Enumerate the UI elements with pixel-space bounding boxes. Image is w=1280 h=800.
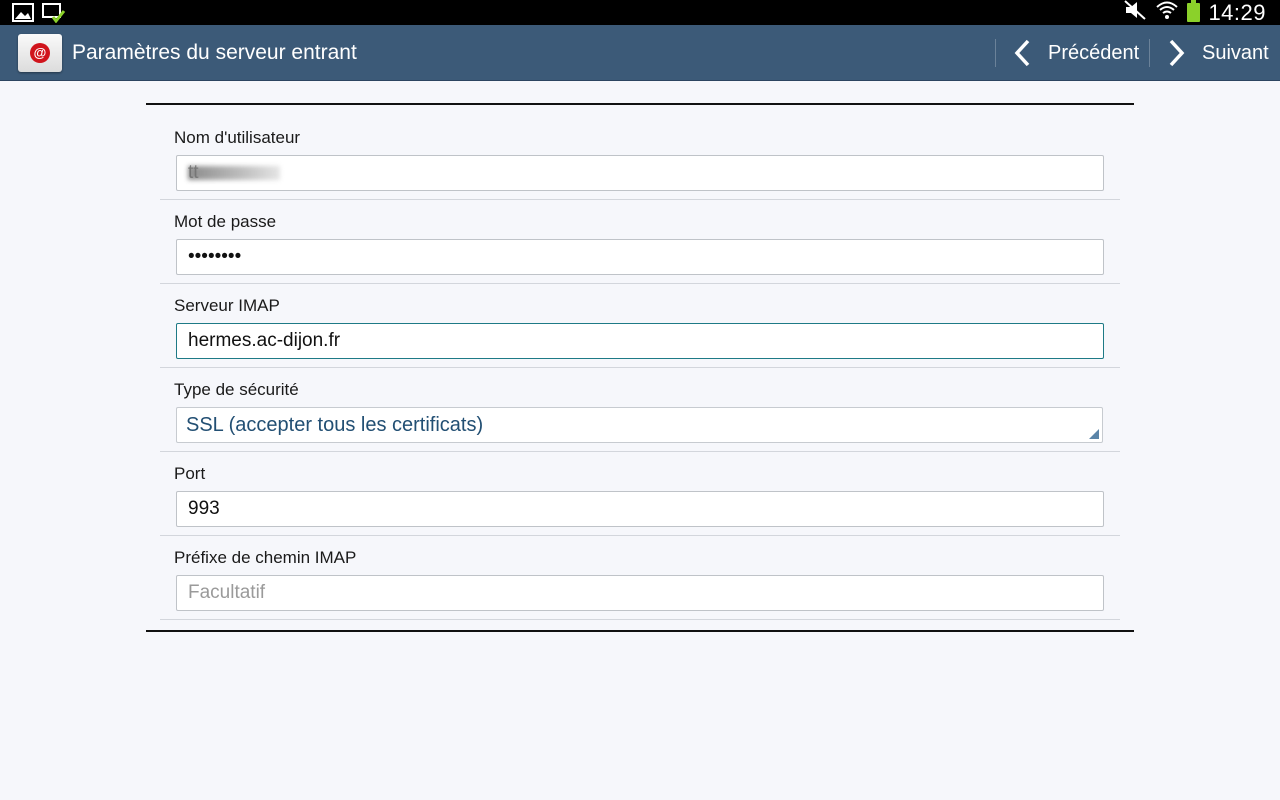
separator — [160, 451, 1120, 452]
next-button[interactable]: Suivant — [1166, 25, 1269, 81]
port-label: Port — [174, 464, 206, 483]
imap-path-prefix-field[interactable] — [176, 575, 1104, 611]
next-button-label: Suivant — [1202, 41, 1269, 64]
security-type-value: SSL (accepter tous les certificats) — [186, 414, 484, 436]
separator — [160, 619, 1120, 620]
username-label: Nom d'utilisateur — [174, 128, 301, 147]
separator — [160, 283, 1120, 284]
imap-path-prefix-label: Préfixe de chemin IMAP — [174, 548, 357, 567]
separator — [160, 367, 1120, 368]
port-field[interactable] — [176, 491, 1104, 527]
chevron-left-icon — [1012, 38, 1034, 68]
password-field[interactable] — [176, 239, 1104, 275]
username-redaction — [188, 166, 280, 180]
at-sign-icon: @ — [30, 43, 50, 63]
imap-server-label: Serveur IMAP — [174, 296, 280, 315]
separator — [160, 199, 1120, 200]
mute-icon — [1123, 0, 1147, 26]
imap-server-field[interactable] — [176, 323, 1104, 359]
action-bar: @ Paramètres du serveur entrant Précéden… — [0, 25, 1280, 81]
security-type-label: Type de sécurité — [174, 380, 299, 399]
previous-button-label: Précédent — [1048, 41, 1140, 64]
chevron-right-icon — [1166, 38, 1188, 68]
divider — [1149, 39, 1150, 67]
divider — [995, 39, 996, 67]
status-bar: 14:29 — [0, 0, 1280, 25]
clock: 14:29 — [1208, 0, 1266, 25]
page-title: Paramètres du serveur entrant — [72, 41, 357, 64]
password-label: Mot de passe — [174, 212, 277, 231]
previous-button[interactable]: Précédent — [1012, 25, 1139, 81]
email-app-icon[interactable]: @ — [18, 34, 62, 72]
top-rule — [146, 103, 1134, 105]
wifi-icon — [1155, 0, 1179, 26]
username-field[interactable] — [176, 155, 1104, 191]
battery-icon — [1187, 0, 1201, 22]
bottom-rule — [146, 630, 1134, 632]
dropdown-corner-icon — [1089, 429, 1099, 439]
separator — [160, 535, 1120, 536]
security-type-dropdown[interactable]: SSL (accepter tous les certificats) — [176, 407, 1103, 443]
